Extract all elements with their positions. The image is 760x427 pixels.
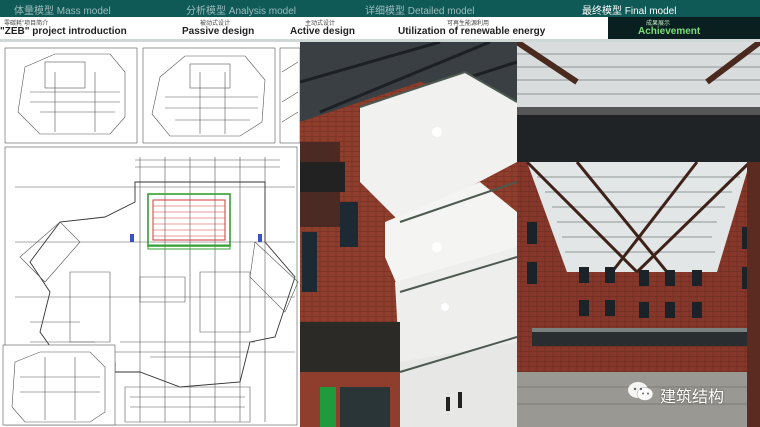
tab-mass-model[interactable]: 体量模型 Mass model [14, 2, 111, 17]
tab-detailed-model[interactable]: 详细模型 Detailed model [365, 2, 474, 17]
top-nav: 体量模型 Mass model 分析模型 Analysis model 详细模型… [0, 0, 760, 17]
subtab-passive-design[interactable]: 被动式设计 Passive design [180, 17, 280, 39]
subtab-en-label: "ZEB" project introduction [0, 26, 127, 37]
stair-atrium-photo [300, 42, 517, 427]
subtab-achievement[interactable]: 成果展示 Achievement [608, 17, 708, 39]
subtab-project-introduction[interactable]: 零碳耗"项目简介 "ZEB" project introduction [0, 17, 170, 39]
subtab-en-label: Utilization of renewable energy [398, 26, 546, 37]
subtab-en-label: Active design [290, 26, 356, 37]
stair-photo-image [300, 42, 517, 427]
tab-final-model[interactable]: 最终模型 Final model [582, 2, 676, 17]
subtab-en-label: Achievement [638, 26, 701, 37]
watermark: 建筑结构 [627, 381, 724, 406]
nav-filler [708, 17, 760, 39]
watermark-text: 建筑结构 [660, 389, 725, 406]
subtab-en-label: Passive design [182, 26, 255, 37]
sub-nav: 零碳耗"项目简介 "ZEB" project introduction 被动式设… [0, 17, 760, 39]
wechat-icon [628, 382, 654, 401]
floor-plan-image [2, 47, 300, 426]
atrium-roof-photo [517, 42, 760, 427]
atrium-photo-image [517, 42, 760, 427]
floor-plan-drawings [0, 42, 300, 427]
subtab-active-design[interactable]: 主动式设计 Active design [288, 17, 388, 39]
subtab-renewable-energy[interactable]: 可再生能源利用 Utilization of renewable energy [395, 17, 565, 39]
tab-analysis-model[interactable]: 分析模型 Analysis model [186, 2, 296, 17]
